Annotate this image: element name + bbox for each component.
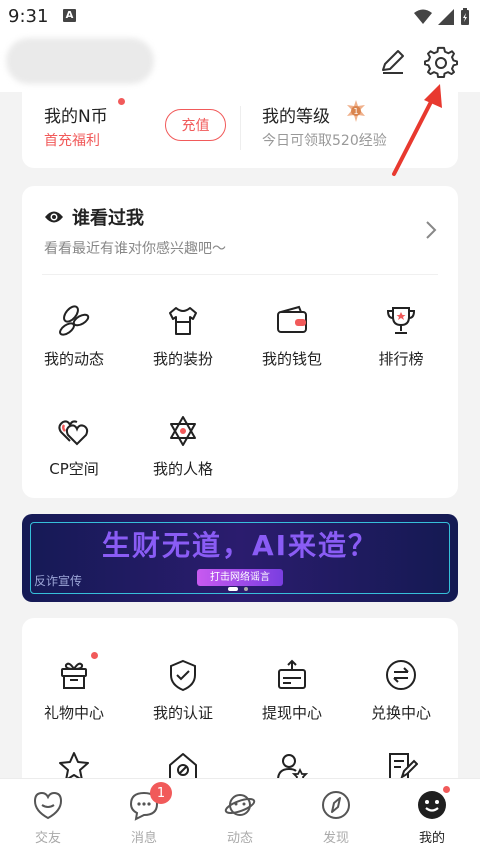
service-label: 我的认证 (152, 704, 213, 722)
grid-label: 排行榜 (378, 350, 424, 368)
eye-icon (45, 211, 63, 223)
blurred-username (6, 38, 154, 84)
first-recharge-welfare[interactable]: 首充福利 (44, 130, 100, 150)
smile-face-icon (418, 791, 446, 819)
settings-button[interactable] (424, 46, 458, 80)
who-viewed-card: 谁看过我 看看最近有谁对你感兴趣吧～ 我的动态 我的装扮 我的钱包 排行榜 CP… (22, 186, 458, 498)
chevron-right-icon[interactable] (424, 220, 438, 240)
service-label: 提现中心 (261, 704, 322, 722)
recharge-button[interactable]: 充值 (165, 109, 226, 141)
shield-check-icon (170, 659, 196, 692)
level-exp-hint: 今日可领取520经验 (262, 133, 387, 149)
my-level-label[interactable]: 我的等级 (262, 102, 330, 127)
grid-label: 我的人格 (152, 460, 213, 478)
gift-icon (61, 662, 87, 689)
grid-item-my-outfit[interactable]: 我的装扮 (131, 304, 235, 384)
tab-discover[interactable]: 发现 (288, 789, 384, 846)
withdraw-icon (278, 659, 306, 689)
trophy-icon (386, 307, 416, 334)
card-divider (240, 106, 241, 150)
heart-chat-icon (33, 791, 63, 820)
red-arrow-annotation (392, 84, 442, 176)
level-badge-icon: 1 (345, 100, 367, 122)
who-viewed-title: 谁看过我 (72, 208, 144, 229)
wifi-icon (414, 9, 432, 24)
service-withdraw-center[interactable]: 提现中心 (240, 658, 344, 738)
section-divider (42, 274, 438, 275)
tab-label: 我的 (418, 831, 445, 846)
ncoin-red-dot (118, 98, 125, 105)
tab-moments[interactable]: 动态 (192, 789, 288, 846)
compass-icon (322, 791, 350, 819)
status-right-icons (414, 8, 470, 26)
level-badge-number: 1 (353, 107, 358, 116)
who-viewed-header[interactable]: 谁看过我 (44, 204, 144, 230)
tab-label: 动态 (226, 831, 253, 846)
service-label: 礼物中心 (43, 704, 104, 722)
tab-label: 消息 (130, 831, 157, 846)
battery-icon (461, 8, 469, 25)
tab-make-friends[interactable]: 交友 (0, 789, 96, 846)
exchange-icon (386, 660, 416, 690)
grid-label: 我的动态 (43, 350, 104, 368)
banner-tagline: 打击网络谣言 (197, 569, 283, 586)
service-gift-center[interactable]: 礼物中心 (22, 658, 126, 738)
ncoin-label[interactable]: 我的N币 (44, 102, 108, 127)
anti-fraud-banner[interactable]: 生财无道，AI来造？ 反诈宣传 打击网络谣言 (22, 514, 458, 602)
gear-icon (424, 46, 458, 78)
carousel-dot (244, 587, 248, 591)
notification-a-icon: A (63, 9, 76, 22)
banner-headline: 生财无道，AI来造？ (101, 529, 379, 562)
grid-item-my-wallet[interactable]: 我的钱包 (240, 304, 344, 384)
carousel-dot-active (228, 587, 238, 591)
gift-red-dot (91, 652, 98, 659)
wallet-icon (277, 305, 307, 333)
star-of-david-icon (170, 416, 196, 446)
tshirt-icon (169, 307, 197, 335)
grid-item-my-personality[interactable]: 我的人格 (131, 414, 235, 494)
grid-label: CP空间 (49, 460, 99, 478)
mine-red-dot (443, 786, 450, 793)
edit-profile-button[interactable] (377, 46, 409, 78)
grid-item-leaderboard[interactable]: 排行榜 (349, 304, 453, 384)
message-count-badge: 1 (150, 782, 172, 804)
grid-item-cp-space[interactable]: CP空间 (22, 414, 126, 494)
service-label: 兑换中心 (370, 704, 431, 722)
status-bar: 9:31 A (0, 0, 480, 34)
grid-label: 我的钱包 (261, 350, 322, 368)
planet-icon (224, 794, 256, 816)
tab-mine[interactable]: 我的 (384, 789, 480, 846)
pencil-icon (382, 50, 404, 74)
leaf-icon (59, 305, 90, 336)
banner-fraud-label: 反诈宣传 (34, 574, 83, 588)
grid-label: 我的装扮 (152, 350, 213, 368)
status-time: 9:31 (8, 6, 49, 27)
hearts-icon (58, 420, 89, 446)
service-exchange-center[interactable]: 兑换中心 (349, 658, 453, 738)
bottom-tab-bar: 交友 消息 1 动态 发现 我的 (0, 778, 480, 853)
tab-messages[interactable]: 消息 (96, 789, 192, 846)
grid-item-my-moments[interactable]: 我的动态 (22, 304, 126, 384)
service-my-certification[interactable]: 我的认证 (131, 658, 235, 738)
tab-label: 发现 (322, 831, 349, 846)
who-viewed-subtitle: 看看最近有谁对你感兴趣吧～ (44, 241, 226, 257)
tab-label: 交友 (34, 831, 61, 846)
signal-icon (438, 9, 454, 25)
